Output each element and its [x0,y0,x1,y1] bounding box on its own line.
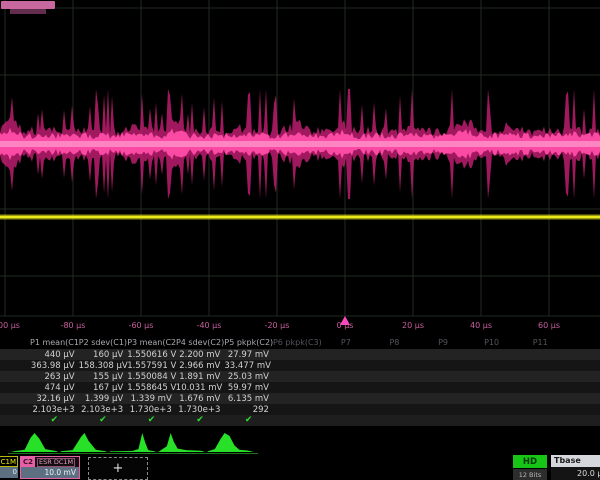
meas-cell: 1.339 mV [127,394,176,404]
meas-cell: 10.031 mV [176,383,225,393]
meas-cell: 2.200 mV [176,350,225,360]
timebase-title: Tbase [551,455,600,467]
meas-column-header[interactable]: P8 [370,338,419,347]
meas-cell: 363.98 µV [30,361,79,371]
timebase-descriptor[interactable]: Tbase 20.0 µ [551,455,600,480]
channel-c2-descriptor[interactable]: C2 ESR DC1M 10.0 mV [20,456,80,479]
meas-cell: 6.135 mV [224,394,273,404]
meas-status-check: ✔ [176,415,225,426]
meas-column-header[interactable]: P7 [322,338,371,347]
meas-stat-row: 263 µV155 µV1.550084 V1.891 mV25.03 mV [0,371,600,382]
meas-status-check: ✔ [30,415,79,426]
c2-channel-badge: C2 [21,457,35,467]
hd-bits-label: 12 Bits [513,469,547,480]
histicon-p4[interactable] [157,431,206,453]
meas-column-header[interactable]: P2 sdev(C1) [79,338,128,347]
meas-column-header[interactable]: P10 [467,338,516,347]
meas-cell: 474 µV [30,383,79,393]
meas-cell: 2.966 mV [176,361,225,371]
meas-status-check: ✔ [79,415,128,426]
meas-cell: 33.477 mV [224,361,273,371]
oscilloscope-screen: -100 µs -80 µs -60 µs -40 µs -20 µs 0 µs 20 µs… [0,0,600,480]
time-axis-label: 20 µs [402,321,424,330]
histicon-p5[interactable] [206,431,255,453]
measurement-table: P1 mean(C1)P2 sdev(C1)P3 mean(C2)P4 sdev… [0,336,600,426]
meas-stat-row: 440 µV160 µV1.550616 V2.200 mV27.97 mV [0,349,600,360]
meas-cell: 1.557591 V [127,361,176,371]
meas-column-header[interactable]: P11 [516,338,565,347]
histicon-p1[interactable] [10,431,59,453]
meas-cell: 158.308 µV [79,361,128,371]
meas-cell: 1.399 µV [79,394,128,404]
meas-cell: 32.16 µV [30,394,79,404]
meas-cell: 1.676 mV [176,394,225,404]
histicon-p3[interactable] [108,431,157,453]
time-axis-label: -20 µs [265,321,290,330]
meas-cell: 2.103e+3 [30,405,79,415]
meas-cell: 1.891 mV [176,372,225,382]
meas-stat-row: 2.103e+32.103e+31.730e+31.730e+3292 [0,404,600,415]
meas-cell: 263 µV [30,372,79,382]
meas-cell: 440 µV [30,350,79,360]
time-axis-label: -40 µs [197,321,222,330]
meas-cell: 1.558645 V [127,383,176,393]
time-axis-label: -60 µs [129,321,154,330]
meas-cell: 1.550616 V [127,350,176,360]
meas-column-header[interactable]: P3 mean(C2) [127,338,176,347]
meas-cell: 1.550084 V [127,372,176,382]
meas-cell: 1.730e+3 [127,405,176,415]
meas-cell: 155 µV [79,372,128,382]
time-axis-label: 60 µs [538,321,560,330]
histicon-strip [0,431,600,456]
meas-cell: 167 µV [79,383,128,393]
meas-cell: 1.730e+3 [176,405,225,415]
add-trace-button[interactable]: + [88,457,148,480]
time-axis-label: 0 µs [337,321,354,330]
meas-stat-row: 474 µV167 µV1.558645 V10.031 mV59.97 mV [0,382,600,393]
meas-column-header[interactable]: P6 pkpk(C3) [273,338,322,347]
meas-cell: 160 µV [79,350,128,360]
meas-stat-row: 32.16 µV1.399 µV1.339 mV1.676 mV6.135 mV [0,393,600,404]
meas-column-header[interactable]: P1 mean(C1) [30,338,79,347]
channel-c1-descriptor[interactable]: C1M 0 mV [0,456,18,479]
c2-coupling-label: ESR DC1M [37,458,75,467]
meas-status-check: ✔ [127,415,176,426]
histicon-p2[interactable] [59,431,108,453]
meas-cell: 292 [224,405,273,415]
meas-column-header[interactable]: P4 sdev(C2) [176,338,225,347]
time-axis-label: 40 µs [470,321,492,330]
c1-scale-value: 0 mV [0,467,18,478]
meas-stat-row: 363.98 µV158.308 µV1.557591 V2.966 mV33.… [0,360,600,371]
time-axis-label: -100 µs [0,321,20,330]
waveform-grid[interactable] [0,0,600,332]
meas-cell: 27.97 mV [224,350,273,360]
meas-cell: 59.97 mV [224,383,273,393]
c2-scale-value: 10.0 mV [21,467,79,478]
meas-status-row: ✔✔✔✔✔ [0,415,600,426]
c2-trace-annotation-badge-line2 [10,9,46,14]
timebase-value: 20.0 µ [551,467,600,480]
waveform-svg [0,0,600,332]
meas-column-header[interactable]: P9 [419,338,468,347]
meas-cell: 25.03 mV [224,372,273,382]
c1-coupling-label: C1M [0,456,18,467]
meas-column-header[interactable]: P5 pkpk(C2) [224,338,273,347]
hd-mode-badge[interactable]: HD [513,455,547,468]
time-axis-label: -80 µs [61,321,86,330]
meas-cell: 2.103e+3 [79,405,128,415]
c2-trace-annotation-badge [1,1,55,9]
meas-status-check: ✔ [224,415,273,426]
time-axis: -100 µs -80 µs -60 µs -40 µs -20 µs 0 µs 20 µs… [0,317,600,333]
